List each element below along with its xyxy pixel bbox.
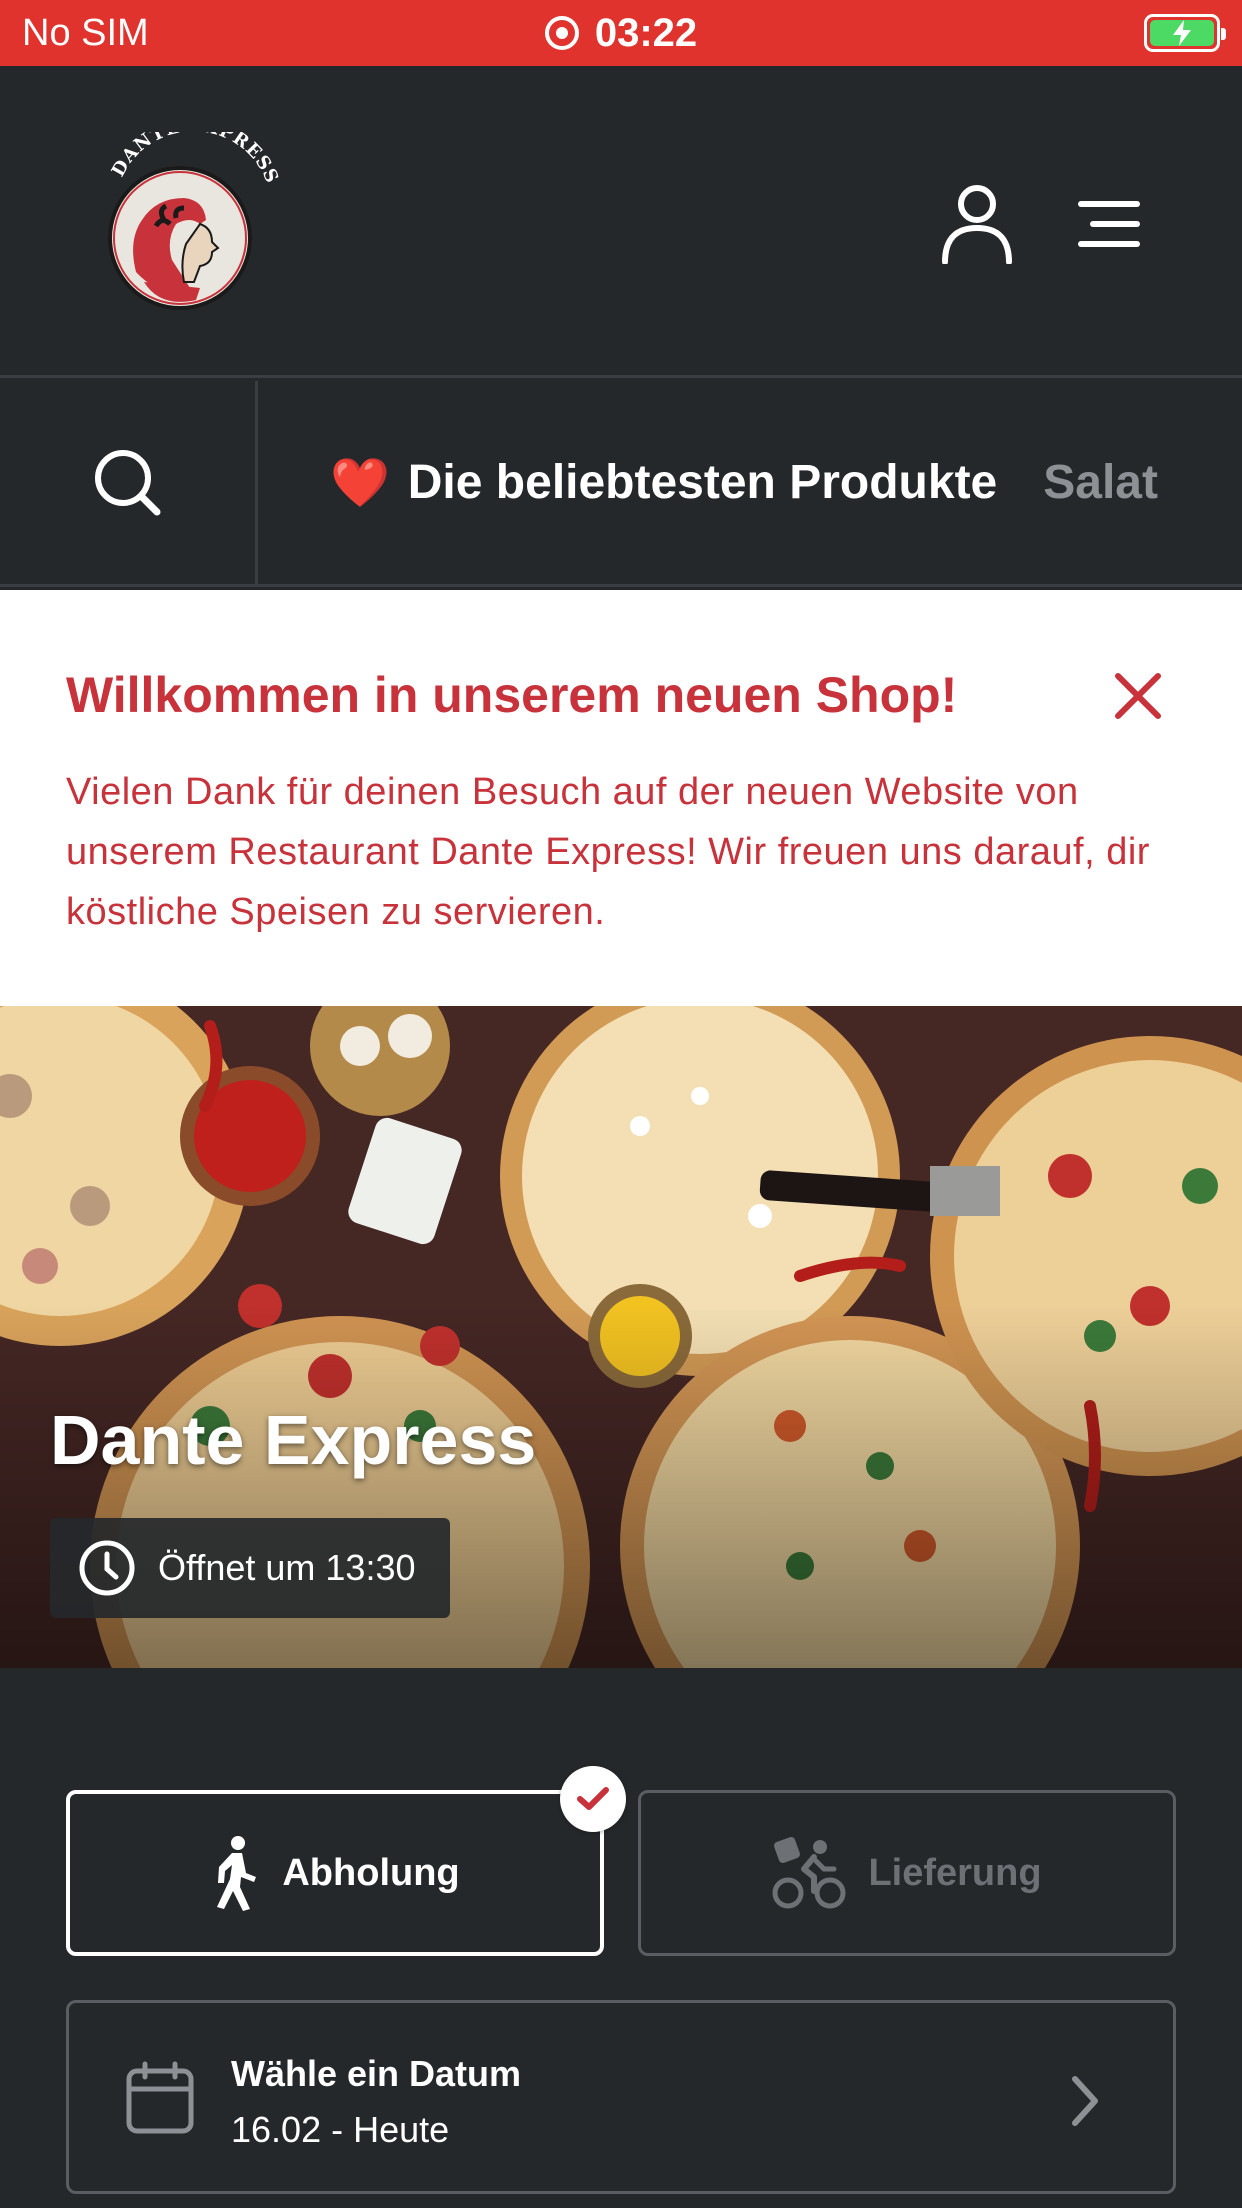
order-mode-selector: Abholung Lieferung — [66, 1766, 1176, 1956]
delivery-label: Lieferung — [868, 1851, 1042, 1894]
delivery-button[interactable]: Lieferung — [638, 1790, 1176, 1956]
heart-icon: ❤️ — [330, 457, 390, 510]
category-tab-label: Salat — [1043, 456, 1158, 509]
banner-message: Vielen Dank für deinen Besuch auf der ne… — [66, 771, 1150, 933]
category-tab-popular[interactable]: ❤️ Die beliebtesten Produkte — [258, 454, 997, 511]
walking-icon — [217, 1836, 257, 1911]
restaurant-name: Dante Express — [50, 1401, 537, 1479]
battery-charging-icon — [1144, 14, 1226, 52]
pickup-label: Abholung — [282, 1851, 460, 1894]
pickup-button[interactable]: Abholung — [66, 1790, 604, 1956]
chevron-right-icon — [1072, 2076, 1098, 2126]
date-picker-title: Wähle ein Datum — [231, 2053, 522, 2094]
calendar-icon — [126, 2061, 194, 2134]
hero-image: Dante Express Öffnet um 13:30 — [0, 1006, 1242, 1668]
close-icon[interactable] — [1112, 670, 1164, 722]
screen-recording-icon — [544, 16, 579, 50]
user-account-icon[interactable] — [940, 184, 1014, 265]
banner-title: Willkommen in unserem neuen Shop! — [66, 667, 958, 723]
search-icon — [94, 449, 160, 515]
bicycle-icon — [772, 1837, 846, 1909]
opening-hours-text: Öffnet um 13:30 — [158, 1547, 416, 1588]
search-button[interactable] — [0, 381, 258, 584]
status-bar: No SIM 03:22 — [0, 0, 1242, 66]
status-time-group: 03:22 — [0, 0, 1242, 66]
site-header: DANTE EXPRESS — [0, 66, 1242, 378]
hamburger-menu-icon[interactable] — [1078, 196, 1140, 252]
date-picker-value: 16.02 - Heute — [231, 2109, 450, 2150]
category-nav: ❤️ Die beliebtesten Produkte Salat — [0, 381, 1242, 587]
selected-check-icon — [560, 1766, 626, 1832]
status-time: 03:22 — [594, 10, 698, 55]
restaurant-logo[interactable]: DANTE EXPRESS — [100, 115, 282, 312]
category-tab-label: Die beliebtesten Produkte — [407, 456, 998, 509]
category-tab-salat[interactable]: Salat — [997, 455, 1158, 510]
clock-icon — [79, 1540, 135, 1596]
carrier-label: No SIM — [22, 11, 149, 54]
date-picker-button[interactable]: Wähle ein Datum 16.02 - Heute — [66, 2000, 1176, 2194]
welcome-banner: Willkommen in unserem neuen Shop! Vielen… — [0, 590, 1242, 1006]
opening-hours-badge: Öffnet um 13:30 — [50, 1518, 450, 1618]
